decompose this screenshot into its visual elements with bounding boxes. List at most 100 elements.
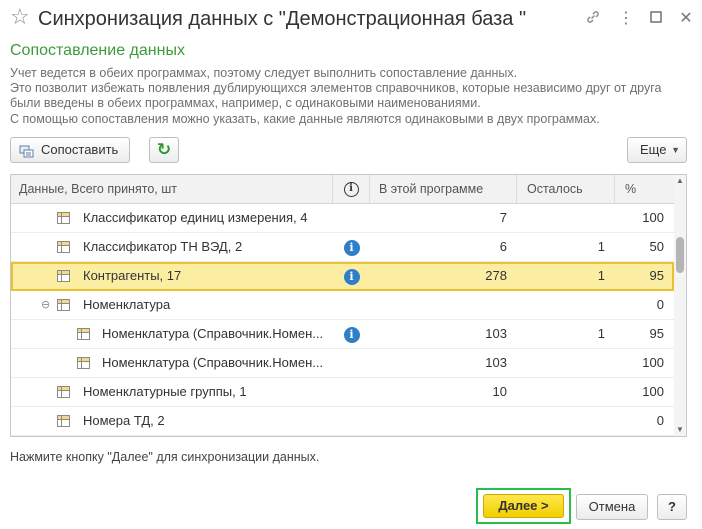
catalog-icon [57, 386, 70, 398]
link-icon[interactable] [583, 9, 603, 29]
row-name: Номенклатурные группы, 1 [83, 384, 247, 399]
column-header-percent[interactable]: % [615, 175, 672, 203]
column-header-info[interactable]: i [333, 175, 370, 203]
table-row[interactable]: Номенклатурные группы, 1 10 100 [11, 378, 674, 407]
data-table: Данные, Всего принято, шт i В этой прогр… [10, 174, 687, 437]
info-icon[interactable]: i [343, 326, 360, 343]
row-remaining [517, 378, 615, 406]
row-remaining [517, 407, 615, 435]
next-button[interactable]: Далее > [483, 494, 564, 518]
row-info-cell[interactable]: i [333, 262, 370, 290]
row-name-cell: ⊖ Номенклатура [11, 291, 333, 319]
info-icon[interactable]: i [343, 239, 360, 256]
cancel-button[interactable]: Отмена [576, 494, 648, 520]
table-header: Данные, Всего принято, шт i В этой прогр… [11, 175, 686, 204]
scroll-down-icon[interactable]: ▼ [674, 424, 686, 436]
row-remaining: 1 [597, 326, 605, 341]
table-row[interactable]: Классификатор единиц измерения, 4 7 100 [11, 204, 674, 233]
row-this-program [370, 407, 517, 435]
row-this-program: 103 [485, 326, 507, 341]
table-row[interactable]: Номенклатура (Справочник.Номен... 103 10… [11, 349, 674, 378]
table-row[interactable]: Номенклатура (Справочник.Номен... i 103 … [11, 320, 674, 349]
row-info-cell[interactable]: i [333, 320, 370, 348]
row-this-program [370, 291, 517, 319]
row-info-cell[interactable]: i [333, 233, 370, 261]
scroll-up-icon[interactable]: ▲ [674, 175, 686, 187]
row-name-cell: Номенклатурные группы, 1 [11, 378, 333, 406]
more-menu-icon[interactable]: ⋮ [616, 9, 636, 29]
table-row[interactable]: Номера ТД, 2 0 [11, 407, 674, 436]
catalog-icon [57, 270, 70, 282]
row-name-cell: Номенклатура (Справочник.Номен... [11, 349, 333, 377]
table-row-selected[interactable]: Контрагенты, 17 i 278 1 95 [11, 262, 674, 291]
row-name-cell: Номера ТД, 2 [11, 407, 333, 435]
column-header-name[interactable]: Данные, Всего принято, шт [11, 175, 333, 203]
row-info-cell [333, 204, 370, 232]
hint-text: Нажмите кнопку "Далее" для синхронизации… [10, 450, 320, 464]
chevron-down-icon: ▼ [671, 145, 680, 155]
row-name: Классификатор ТН ВЭД, 2 [83, 239, 243, 254]
match-button[interactable]: Сопоставить [10, 137, 130, 163]
refresh-icon: ↻ [156, 140, 172, 159]
row-remaining [517, 204, 615, 232]
row-percent: 95 [649, 268, 664, 283]
row-name: Номера ТД, 2 [83, 413, 165, 428]
row-remaining: 1 [597, 268, 605, 283]
row-this-program: 10 [492, 384, 507, 399]
maximize-icon[interactable] [646, 9, 666, 29]
row-percent: 100 [642, 384, 664, 399]
row-name: Контрагенты, 17 [83, 268, 182, 283]
catalog-icon [57, 415, 70, 427]
catalog-icon [57, 241, 70, 253]
table-row-group[interactable]: ⊖ Номенклатура 0 [11, 291, 674, 320]
row-name-cell: Номенклатура (Справочник.Номен... [11, 320, 333, 348]
row-name: Классификатор единиц измерения, 4 [83, 210, 308, 225]
row-name: Номенклатура (Справочник.Номен... [102, 326, 324, 341]
column-header-remaining[interactable]: Осталось [517, 175, 615, 203]
section-title: Сопоставление данных [10, 42, 185, 59]
row-name-cell: Контрагенты, 17 [13, 262, 335, 290]
scrollbar-thumb[interactable] [676, 237, 684, 273]
row-this-program: 7 [499, 210, 507, 225]
row-name: Номенклатура [83, 297, 171, 312]
description-line-2: Это позволит избежать появления дублирую… [10, 81, 662, 95]
catalog-icon [57, 212, 70, 224]
row-info-cell [333, 407, 370, 435]
row-percent: 95 [649, 326, 664, 341]
match-button-label: Сопоставить [41, 142, 119, 157]
catalog-icon [77, 328, 90, 340]
table-row[interactable]: Классификатор ТН ВЭД, 2 i 6 1 50 [11, 233, 674, 262]
next-button-focus-frame: Далее > [476, 488, 571, 524]
row-percent: 100 [642, 210, 664, 225]
row-remaining: 1 [597, 239, 605, 254]
row-info-cell [333, 378, 370, 406]
match-icon [19, 143, 35, 158]
row-remaining [517, 291, 615, 319]
star-icon[interactable]: ☆ [10, 6, 30, 28]
row-percent: 50 [649, 239, 664, 254]
description-line-3: были введены в обеих программах, наприме… [10, 96, 481, 110]
row-name-cell: Классификатор единиц измерения, 4 [11, 204, 333, 232]
info-icon: i [343, 182, 359, 198]
info-icon[interactable]: i [343, 268, 360, 285]
column-header-this-program[interactable]: В этой программе [370, 175, 517, 203]
description-line-4: С помощью сопоставления можно указать, к… [10, 112, 600, 126]
row-this-program: 6 [499, 239, 507, 254]
window-title: Синхронизация данных с "Демонстрационная… [38, 8, 527, 30]
window-titlebar: ☆ Синхронизация данных с "Демонстрационн… [0, 0, 702, 38]
row-info-cell [333, 291, 370, 319]
help-button[interactable]: ? [657, 494, 687, 520]
description-line-1: Учет ведется в обеих программах, поэтому… [10, 66, 518, 80]
row-this-program: 278 [485, 268, 507, 283]
more-button[interactable]: Еще ▼ [627, 137, 687, 163]
catalog-icon [77, 357, 90, 369]
close-icon[interactable]: ✕ [676, 9, 696, 29]
more-button-label: Еще [640, 142, 667, 157]
collapse-icon[interactable]: ⊖ [41, 291, 50, 319]
vertical-scrollbar[interactable]: ▲ ▼ [674, 175, 686, 436]
row-percent: 0 [656, 297, 664, 312]
row-remaining [517, 349, 615, 377]
row-this-program: 103 [485, 355, 507, 370]
refresh-button[interactable]: ↻ [149, 137, 179, 163]
table-body: Классификатор единиц измерения, 4 7 100 … [11, 204, 674, 436]
